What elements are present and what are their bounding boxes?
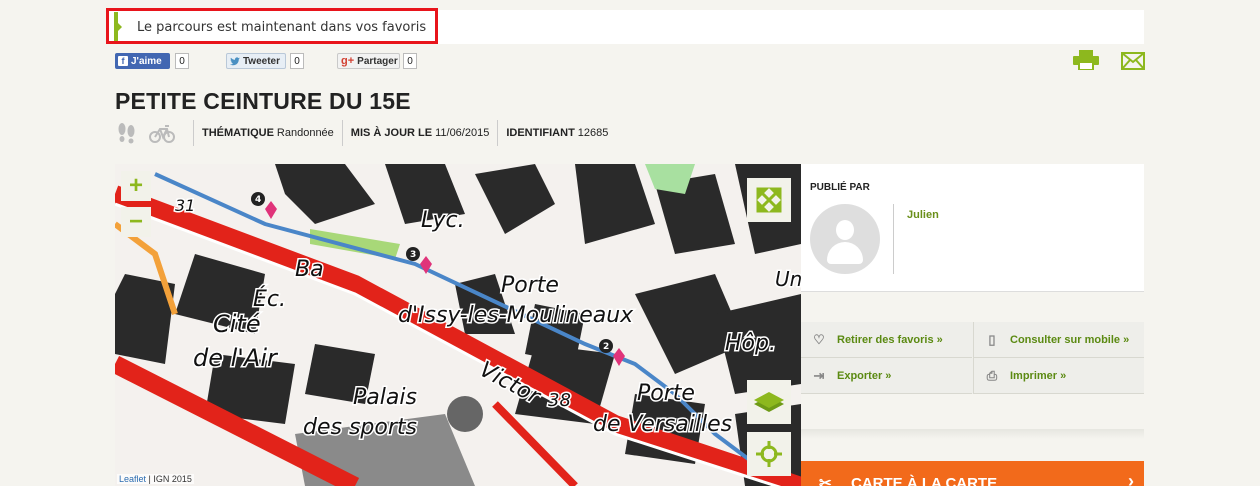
- heart-icon: ♡: [813, 331, 825, 347]
- map-label-versailles: de Versailles: [593, 412, 732, 437]
- map-label-air: de l'Air: [193, 344, 279, 372]
- meta-updated: MIS À JOUR LE 11/06/2015: [351, 127, 490, 139]
- banner-icon: ✂: [819, 475, 832, 486]
- expand-icon: [756, 187, 782, 213]
- route-map[interactable]: 4 3 2 31 Lyc. Porte d'Issy-les-Moulineau…: [115, 164, 801, 486]
- map-label-un: Un: [775, 267, 801, 291]
- print-button[interactable]: ⎙ Imprimer »: [973, 358, 1144, 394]
- facebook-like-button[interactable]: f J'aime: [115, 53, 170, 69]
- export-label: Exporter »: [837, 369, 892, 382]
- mobile-view-button[interactable]: ▯ Consulter sur mobile »: [973, 322, 1144, 358]
- remove-favorite-button[interactable]: ♡ Retirer des favoris »: [801, 322, 972, 358]
- map-label-sports: des sports: [303, 415, 417, 440]
- mail-icon[interactable]: [1121, 52, 1145, 70]
- google-plus-icon: g+: [341, 55, 355, 67]
- sidebar: PUBLIÉ PAR Julien ♡ Retirer des favoris …: [801, 164, 1144, 486]
- map-tiles: 4 3 2 31 Lyc. Porte d'Issy-les-Moulineau…: [115, 164, 801, 486]
- map-label-lyc: Lyc.: [421, 208, 465, 233]
- google-share-button[interactable]: g+ Partager: [337, 53, 400, 69]
- route-marker-2[interactable]: 2: [603, 342, 609, 352]
- meta-thematique-label: THÉMATIQUE: [202, 127, 274, 139]
- notification-highlight: [106, 8, 438, 44]
- zoom-in-button[interactable]: +: [121, 171, 151, 201]
- publisher-card: PUBLIÉ PAR Julien: [801, 164, 1144, 292]
- facebook-like-count: 0: [175, 53, 189, 69]
- meta-identifiant-value: 12685: [577, 127, 609, 139]
- meta-divider: [193, 120, 194, 146]
- google-share-label: Partager: [357, 55, 398, 67]
- route-meta: THÉMATIQUE Randonnée MIS À JOUR LE 11/06/2…: [115, 120, 608, 146]
- action-grid: ♡ Retirer des favoris » ▯ Consulter sur …: [801, 322, 1144, 394]
- meta-divider: [341, 120, 343, 146]
- chevron-right-icon: ›: [1128, 471, 1134, 486]
- section-shadow: [801, 429, 1144, 439]
- facebook-like-label: J'aime: [131, 55, 162, 67]
- fullscreen-button[interactable]: [747, 178, 791, 222]
- route-marker-4[interactable]: 4: [255, 195, 261, 205]
- facebook-icon: f: [118, 56, 128, 66]
- map-label-ba: Ba: [295, 257, 324, 282]
- avatar: [810, 204, 880, 274]
- map-label-issy: d'Issy-les-Moulineaux: [398, 303, 634, 328]
- map-label-porte-issy: Porte: [501, 273, 559, 298]
- layers-button[interactable]: [747, 380, 791, 424]
- zoom-out-button[interactable]: −: [121, 207, 151, 237]
- google-share-count: 0: [403, 53, 417, 69]
- route-marker-3[interactable]: 3: [410, 250, 416, 260]
- map-label-cite: Cité: [213, 310, 261, 338]
- page-title: PETITE CEINTURE DU 15E: [115, 88, 411, 114]
- footsteps-icon: [118, 123, 135, 144]
- mobile-view-label: Consulter sur mobile »: [1010, 333, 1130, 346]
- avatar-head: [836, 220, 854, 240]
- remove-favorite-label: Retirer des favoris »: [837, 333, 943, 346]
- bicycle-icon: [149, 125, 175, 143]
- author-link[interactable]: Julien: [907, 209, 939, 221]
- carte-a-la-carte-banner[interactable]: ✂ CARTE À LA CARTE ›: [801, 461, 1144, 486]
- mobile-icon: ▯: [988, 331, 996, 347]
- meta-thematique-value: Randonnée: [276, 127, 334, 139]
- twitter-icon: [230, 56, 240, 65]
- print-label: Imprimer »: [1010, 369, 1067, 382]
- published-by-label: PUBLIÉ PAR: [810, 182, 870, 193]
- meta-divider: [497, 120, 499, 146]
- export-button[interactable]: ⇥ Exporter »: [801, 358, 972, 394]
- export-icon: ⇥: [813, 367, 825, 383]
- print-icon: ⎙: [986, 367, 998, 383]
- banner-label: CARTE À LA CARTE: [851, 475, 998, 486]
- meta-identifiant: IDENTIFIANT 12685: [506, 127, 608, 139]
- locate-button[interactable]: [747, 432, 791, 476]
- meta-updated-label: MIS À JOUR LE: [350, 127, 433, 139]
- tweet-button[interactable]: Tweeter: [226, 53, 286, 69]
- map-label-38: 38: [548, 390, 571, 411]
- map-attribution-text: | IGN 2015: [148, 474, 192, 484]
- avatar-body: [827, 242, 863, 264]
- map-attribution: Leaflet | IGN 2015: [117, 474, 194, 484]
- map-label-31: 31: [175, 196, 195, 215]
- publisher-divider: [893, 204, 894, 274]
- layers-icon: [754, 392, 784, 412]
- map-label-ec: Éc.: [253, 286, 286, 312]
- tweet-label: Tweeter: [242, 55, 280, 67]
- meta-updated-value: 11/06/2015: [435, 127, 490, 139]
- leaflet-link[interactable]: Leaflet: [119, 474, 146, 484]
- map-label-hop: Hôp.: [725, 331, 776, 356]
- print-icon[interactable]: [1073, 50, 1099, 70]
- meta-identifiant-label: IDENTIFIANT: [506, 127, 575, 139]
- tweet-count: 0: [290, 53, 304, 69]
- meta-thematique: THÉMATIQUE Randonnée: [202, 127, 334, 139]
- crosshair-icon: [756, 441, 782, 467]
- map-label-porte-versailles: Porte: [637, 381, 695, 406]
- map-label-palais: Palais: [353, 385, 417, 410]
